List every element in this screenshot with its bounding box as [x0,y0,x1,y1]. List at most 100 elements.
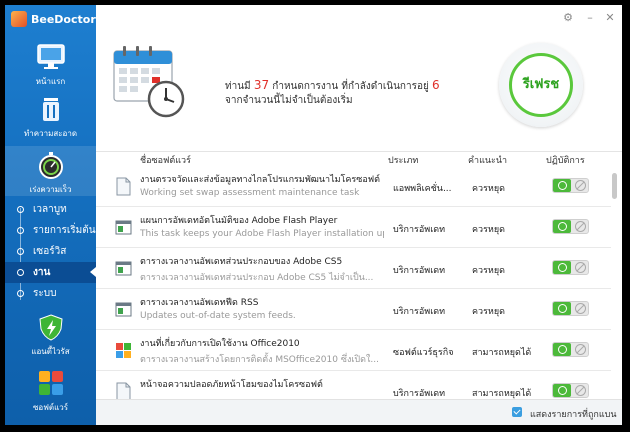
nav-item-label: รายการเริ่มต้น [33,225,96,236]
nav-antivirus-label: แอนตี้ไวรัส [31,347,70,356]
disable-icon[interactable] [575,344,586,355]
minimize-icon[interactable]: – [583,11,597,25]
disable-icon[interactable] [575,180,586,191]
table-row[interactable]: งานที่เกี่ยวกับการเปิดใช้งาน Office2010 … [96,330,611,371]
nav-home[interactable]: หน้าแรก [5,43,96,88]
footer-bar: แสดงรายการที่ถูกแบน [96,399,622,425]
task-name: ตารางเวลางานอัพเดทส่วนประกอบของ Adobe CS… [140,257,343,267]
nav-clean-label: ทำความสะอาด [23,129,78,138]
show-ignored-checkbox[interactable] [512,407,522,417]
task-name: ตารางเวลางานอัพเดทฟีด RSS [140,298,259,308]
nav-software[interactable]: ซอฟต์แวร์ [5,369,96,414]
app-window: BeeDoctor หน้าแรก ทำความสะอาด เร่งความเร… [5,5,622,425]
enable-disable-toggle[interactable] [552,219,589,234]
enable-icon[interactable] [553,343,571,356]
nav-software-label: ซอฟต์แวร์ [32,403,69,412]
task-advice: สามารถหยุดได้ [472,348,532,358]
stopwatch-icon [36,151,66,179]
nav-item-label: ระบบ [33,288,57,299]
enable-icon[interactable] [553,179,571,192]
task-advice: ควรหยุด [472,266,505,276]
task-advice: ควรหยุด [472,225,505,235]
task-summary: ท่านมี 37 กำหนดการงาน ที่กำลังดำเนินการอ… [225,78,440,108]
disable-icon[interactable] [575,221,586,232]
circle-bullet-icon [17,206,24,213]
monitor-icon [36,43,66,71]
scroll-thumb[interactable] [612,173,617,199]
task-advice: ควรหยุด [472,184,505,194]
enable-disable-toggle[interactable] [552,301,589,316]
enable-disable-toggle[interactable] [552,260,589,275]
total-tasks-count: 37 [253,78,270,92]
document-icon [115,177,132,196]
nav-speed-label: เร่งความเร็ว [29,185,72,194]
enable-icon[interactable] [553,261,571,274]
nav-item-services[interactable]: เซอร์วิส [5,241,96,262]
circle-bullet-icon [17,227,24,234]
refresh-button-ring: รีเฟรช [499,43,583,127]
shield-icon [36,313,66,341]
nav-home-label: หน้าแรก [35,77,66,86]
nav-item-startup[interactable]: รายการเริ่มต้น [5,220,96,241]
task-description: ตารางเวลางานอัพเดทส่วนประกอบ Adobe CS5 ไ… [140,273,374,283]
show-ignored-label[interactable]: แสดงรายการที่ถูกแบน [530,407,617,421]
enable-disable-toggle[interactable] [552,178,589,193]
enable-icon[interactable] [553,384,571,397]
nav-item-tasks[interactable]: งาน [5,262,96,283]
table-row[interactable]: ตารางเวลางานอัพเดทฟีด RSS Updates out-of… [96,289,611,330]
table-row[interactable]: งานตรวจวัดและส่งข้อมูลทางไกลโปรแกรมพัฒนา… [96,166,611,207]
enable-disable-toggle[interactable] [552,383,589,398]
disable-icon[interactable] [575,385,586,396]
scrollbar[interactable] [612,171,617,392]
nav-item-system[interactable]: ระบบ [5,283,96,304]
column-header-advice[interactable]: คำแนะนำ [468,153,507,167]
trash-icon [36,95,66,123]
task-type: บริการอัพเดท [393,266,446,276]
app-title: BeeDoctor [31,13,96,26]
column-header-type[interactable]: ประเภท [388,153,418,167]
task-name: งานที่เกี่ยวกับการเปิดใช้งาน Office2010 [140,339,300,349]
refresh-button[interactable]: รีเฟรช [509,53,573,117]
nav-clean[interactable]: ทำความสะอาด [5,95,96,140]
apps-grid-icon [36,369,66,397]
table-row[interactable]: ตารางเวลางานอัพเดทส่วนประกอบของ Adobe CS… [96,248,611,289]
column-header-action[interactable]: ปฏิบัติการ [546,153,585,167]
table-row[interactable]: แผนการอัพเดทอัตโนมัติของ Adobe Flash Pla… [96,207,611,248]
enable-icon[interactable] [553,220,571,233]
nav-item-label: งาน [33,267,51,278]
task-type: บริการอัพเดท [393,389,446,399]
task-type: บริการอัพเดท [393,225,446,235]
window-frame: BeeDoctor หน้าแรก ทำความสะอาด เร่งความเร… [0,0,630,432]
task-type: แอพพลิเคชั่น... [393,184,452,194]
circle-bullet-icon [17,290,24,297]
office-icon [115,341,132,360]
summary-subtext: จากจำนวนนี้ไม่จำเป็นต้องเริ่ม [225,95,353,106]
task-name: แผนการอัพเดทอัตโนมัติของ Adobe Flash Pla… [140,216,338,226]
calendar-clock-icon [108,41,188,121]
nav-sublist: เวลาบูท รายการเริ่มต้น เซอร์วิส งาน ระบบ [5,199,96,304]
enable-icon[interactable] [553,302,571,315]
circle-bullet-icon [17,248,24,255]
close-icon[interactable]: ✕ [603,11,617,25]
disable-icon[interactable] [575,303,586,314]
column-header-name[interactable]: ชื่อซอฟต์แวร์ [140,153,191,167]
settings-gear-icon[interactable]: ⚙ [561,11,575,25]
enable-disable-toggle[interactable] [552,342,589,357]
nav-speed[interactable]: เร่งความเร็ว [5,151,96,196]
app-window-icon [115,300,132,319]
task-description: Working set swap assessment maintenance … [140,188,360,198]
summary-text: กำหนดการงาน ที่กำลังดำเนินการอยู่ [269,81,432,92]
task-description: This task keeps your Adobe Flash Player … [140,229,384,239]
circle-bullet-icon [17,269,24,276]
brand: BeeDoctor [11,11,96,29]
table-header: ชื่อซอฟต์แวร์ ประเภท คำแนะนำ ปฏิบัติการ [96,151,622,167]
running-tasks-count: 6 [432,78,440,92]
disable-icon[interactable] [575,262,586,273]
task-list: งานตรวจวัดและส่งข้อมูลทางไกลโปรแกรมพัฒนา… [96,166,611,403]
nav-item-boot-time[interactable]: เวลาบูท [5,199,96,220]
task-name: หน้าจอความปลอดภัยหน้าโฮมของไมโครซอฟต์ [140,380,323,390]
bee-logo-icon [11,11,27,27]
nav-antivirus[interactable]: แอนตี้ไวรัส [5,313,96,358]
summary-text: ท่านมี [225,81,254,92]
task-type: ซอฟต์แวร์ธุรกิจ [393,348,454,358]
